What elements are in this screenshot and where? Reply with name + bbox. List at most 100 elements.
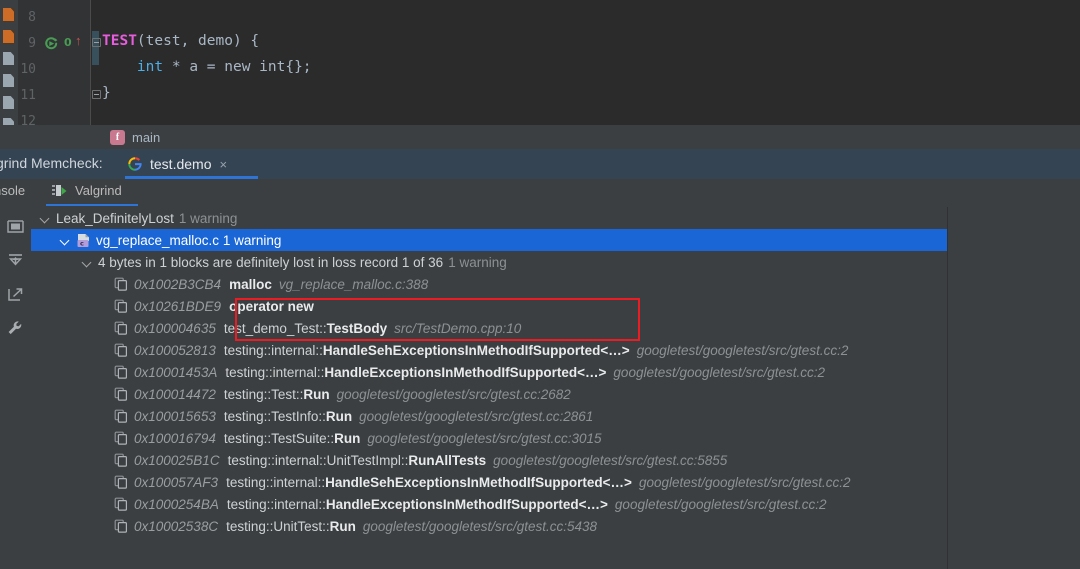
line-number: 10 — [16, 62, 36, 77]
frame-source-location[interactable]: googletest/googletest/src/gtest.cc:2 — [615, 497, 827, 512]
coverage-up-arrow-icon: ↑ — [75, 34, 82, 48]
frame-source-location[interactable]: googletest/googletest/src/gtest.cc:2682 — [337, 387, 571, 402]
copy-frame-icon[interactable] — [114, 409, 128, 423]
stack-frame-row[interactable]: 0x10002538Ctesting::UnitTest::Rungooglet… — [31, 515, 947, 537]
stack-frame-row[interactable]: 0x100004635test_demo_Test::TestBodysrc/T… — [31, 317, 947, 339]
stack-frame-row[interactable]: 0x100014472testing::Test::Rungoogletest/… — [31, 383, 947, 405]
frame-function-name: HandleExceptionsInMethodIfSupported<…> — [324, 365, 606, 380]
copy-frame-icon[interactable] — [114, 475, 128, 489]
copy-frame-icon[interactable] — [114, 431, 128, 445]
frame-address: 0x10001453A — [134, 365, 217, 380]
copy-frame-icon[interactable] — [114, 497, 128, 511]
frame-address: 0x1000254BA — [134, 497, 219, 512]
project-file-icon[interactable] — [3, 52, 15, 66]
tree-row-vg-replace-malloc[interactable]: c vg_replace_malloc.c 1 warning — [31, 229, 947, 251]
frame-source-location[interactable]: googletest/googletest/src/gtest.cc:2 — [639, 475, 851, 490]
frame-source-location[interactable]: googletest/googletest/src/gtest.cc:5438 — [363, 519, 597, 534]
frame-address: 0x100057AF3 — [134, 475, 218, 490]
tab-console[interactable]: nsole — [0, 183, 25, 198]
frame-source-location[interactable]: src/TestDemo.cpp:10 — [394, 321, 521, 336]
frame-source-location[interactable]: vg_replace_malloc.c:388 — [279, 277, 428, 292]
frame-function: testing::internal::HandleSehExceptionsIn… — [224, 343, 630, 358]
frame-function-name: Run — [330, 519, 356, 534]
fold-collapse-icon[interactable] — [92, 90, 101, 99]
stack-frame-row[interactable]: 0x1002B3CB4mallocvg_replace_malloc.c:388 — [31, 273, 947, 295]
svg-text:c: c — [80, 239, 84, 247]
tree-row-loss-record[interactable]: 4 bytes in 1 blocks are definitely lost … — [31, 251, 947, 273]
run-config-title: grind Memcheck: — [0, 155, 103, 171]
frame-source-location[interactable]: googletest/googletest/src/gtest.cc:2 — [637, 343, 849, 358]
frame-function-namespace: testing::internal:: — [224, 343, 323, 358]
export-icon[interactable] — [6, 285, 25, 304]
frame-function-name: RunAllTests — [408, 453, 486, 468]
copy-frame-icon[interactable] — [114, 387, 128, 401]
code-line-9[interactable]: TEST(test, demo) { — [102, 33, 259, 49]
stack-frame-row[interactable]: 0x100016794testing::TestSuite::Rungoogle… — [31, 427, 947, 449]
fold-collapse-icon[interactable] — [92, 38, 101, 47]
frame-function-namespace: test_demo_Test:: — [224, 321, 327, 336]
project-file-icon[interactable] — [3, 74, 15, 88]
frame-function-name: Run — [303, 387, 329, 402]
stack-frame-row[interactable]: 0x1000254BAtesting::internal::HandleExce… — [31, 493, 947, 515]
stack-frame-row[interactable]: 0x100057AF3testing::internal::HandleSehE… — [31, 471, 947, 493]
frame-source-location[interactable]: googletest/googletest/src/gtest.cc:5855 — [493, 453, 727, 468]
chevron-down-icon[interactable] — [40, 213, 51, 224]
collapse-all-icon[interactable] — [6, 251, 25, 270]
frame-function-namespace: testing::TestSuite:: — [224, 431, 334, 446]
loss-record-count: 1 warning — [448, 255, 507, 270]
copy-frame-icon[interactable] — [114, 365, 128, 379]
stack-frame-row[interactable]: 0x10261BDE9operator new — [31, 295, 947, 317]
code-line-10[interactable]: int * a = new int{}; — [102, 59, 312, 75]
breadcrumb-label[interactable]: main — [132, 130, 160, 145]
frame-function-namespace: testing::UnitTest:: — [226, 519, 330, 534]
project-file-icon[interactable] — [3, 30, 15, 44]
editor-gutter[interactable]: 8 9 10 11 12 0 ↑ — [18, 0, 90, 125]
copy-frame-icon[interactable] — [114, 343, 128, 357]
copy-frame-icon[interactable] — [114, 321, 128, 335]
frame-function: operator new — [229, 299, 314, 314]
frame-address: 0x100025B1C — [134, 453, 220, 468]
code-line-11[interactable]: } — [102, 85, 111, 101]
project-file-icon[interactable] — [3, 8, 15, 22]
frame-function: testing::TestInfo::Run — [224, 409, 352, 424]
ide-window: 8 9 10 11 12 0 ↑ TEST(test, demo — [0, 0, 1080, 569]
frame-source-location[interactable]: googletest/googletest/src/gtest.cc:2861 — [359, 409, 593, 424]
valgrind-results-tree[interactable]: Leak_DefinitelyLost 1 warning c vg_repla… — [31, 207, 947, 569]
loss-record-label: 4 bytes in 1 blocks are definitely lost … — [98, 255, 443, 270]
frame-function-name: malloc — [229, 277, 272, 292]
function-badge-icon: f — [110, 130, 125, 145]
code-fold-bar[interactable] — [90, 0, 101, 125]
tab-valgrind[interactable]: Valgrind — [52, 183, 122, 198]
frame-function: testing::internal::UnitTestImpl::RunAllT… — [228, 453, 487, 468]
breadcrumb[interactable]: f main — [0, 125, 1080, 149]
google-test-icon — [127, 156, 143, 172]
run-tab-test-demo[interactable]: test.demo × — [127, 149, 227, 179]
stack-frame-row[interactable]: 0x100015653 testing::TestInfo::Run googlet… — [31, 405, 947, 427]
chevron-down-icon[interactable] — [60, 235, 71, 246]
frame-address: 0x100016794 — [134, 431, 216, 446]
run-test-icon[interactable] — [44, 36, 59, 51]
run-subtabs: nsole Valgrind — [0, 179, 1080, 208]
frame-function-name: Run — [326, 409, 352, 424]
frame-source-location[interactable]: googletest/googletest/src/gtest.cc:3015 — [367, 431, 601, 446]
copy-frame-icon[interactable] — [114, 453, 128, 467]
tree-right-blank-area — [947, 207, 1080, 569]
copy-frame-icon[interactable] — [114, 299, 128, 313]
tree-row-leak-definitely-lost[interactable]: Leak_DefinitelyLost 1 warning — [31, 207, 947, 229]
frame-source-location[interactable]: googletest/googletest/src/gtest.cc:2 — [613, 365, 825, 380]
settings-wrench-icon[interactable] — [6, 319, 25, 338]
stack-frame-row[interactable]: 0x100052813testing::internal::HandleSehE… — [31, 339, 947, 361]
close-icon[interactable]: × — [219, 158, 227, 171]
stack-frame-row[interactable]: 0x10001453Atesting::internal::HandleExce… — [31, 361, 947, 383]
expand-all-icon[interactable] — [6, 217, 25, 236]
run-tab-label: test.demo — [150, 156, 211, 172]
project-file-icon[interactable] — [3, 118, 15, 125]
project-file-icon[interactable] — [3, 96, 15, 110]
frame-address: 0x100015653 — [134, 409, 216, 424]
code-content[interactable]: TEST(test, demo) { int * a = new int{}; … — [90, 0, 1080, 125]
stack-frame-row[interactable]: 0x100025B1C testing::internal::UnitTestIm… — [31, 449, 947, 471]
copy-frame-icon[interactable] — [114, 519, 128, 533]
copy-frame-icon[interactable] — [114, 277, 128, 291]
chevron-down-icon[interactable] — [82, 257, 93, 268]
frame-address: 0x100004635 — [134, 321, 216, 336]
